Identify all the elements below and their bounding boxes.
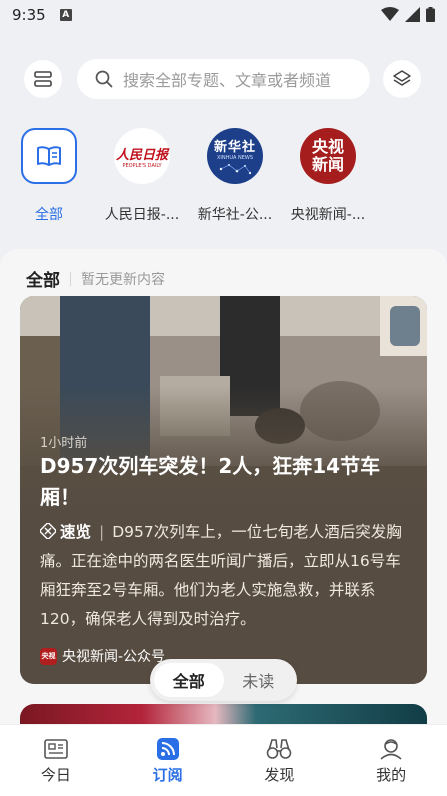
filter-all-option[interactable]: 全部 — [154, 663, 224, 697]
binoculars-icon — [267, 739, 292, 759]
tab-mine[interactable]: 我的 — [335, 725, 447, 796]
article-time: 1小时前 — [40, 436, 88, 451]
source-name: 央视新闻-公众号 — [62, 649, 166, 665]
article-source[interactable]: 央视 央视新闻-公众号 — [40, 646, 165, 666]
status-time: 9:35 — [12, 6, 46, 24]
bottom-tab-bar: 今日 订阅 发现 我的 — [0, 724, 447, 796]
channel-name: 人民日报-... — [104, 207, 180, 223]
tab-label: 今日 — [40, 766, 71, 784]
battery-icon — [426, 7, 435, 22]
search-row: 搜索全部专题、文章或者频道 — [0, 58, 447, 100]
channel-all-logo — [21, 128, 77, 184]
channel-cctv[interactable]: 央视 新闻 央视新闻-... — [282, 128, 374, 224]
article-card[interactable]: 1小时前 D957次列车突发！2人，狂奔14节车厢！ 速览 | D957次列车上，一… — [20, 296, 427, 684]
summary-text: D957次列车上，一位七旬老人酒后突发胸痛。正在途中的两名医生听闻广播后，立即从… — [40, 523, 402, 628]
channel-name: 央视新闻-... — [290, 207, 366, 223]
divider — [70, 271, 71, 286]
wifi-icon — [381, 7, 399, 21]
quick-read-tag: 速览 — [60, 523, 92, 541]
channel-strip: 全部 人民日报 PEOPLE'S DAILY 人民日报-... 新华社 XINH… — [0, 128, 447, 228]
feed-subtitle: 暂无更新内容 — [81, 271, 165, 288]
channel-name: 新华社-公... — [197, 207, 273, 223]
layers-button[interactable] — [383, 60, 421, 98]
search-icon — [95, 70, 113, 88]
channel-all[interactable]: 全部 — [3, 128, 95, 224]
channel-xinhua[interactable]: 新华社 XINHUA NEWS 新华社-公... — [189, 128, 281, 224]
tab-label: 我的 — [376, 766, 407, 784]
list-menu-button[interactable] — [24, 60, 62, 98]
channel-renmin[interactable]: 人民日报 PEOPLE'S DAILY 人民日报-... — [96, 128, 188, 224]
read-filter-toggle: 全部 未读 — [150, 659, 297, 701]
cctv-small-logo: 央视 — [40, 647, 57, 665]
channel-name: 全部 — [35, 207, 63, 223]
notification-a-icon: A — [59, 9, 72, 21]
tab-label: 订阅 — [152, 766, 183, 784]
tab-discover[interactable]: 发现 — [224, 725, 336, 796]
status-bar: 9:35 A — [0, 0, 447, 30]
tab-subscribe[interactable]: 订阅 — [112, 725, 224, 796]
xinhua-logo: 新华社 XINHUA NEWS — [207, 128, 263, 184]
feed-title: 全部 — [26, 271, 60, 291]
feed-panel: 全部 暂无更新内容 1小时前 D957次列车突发！2人，狂奔14节车厢！ 速览 |… — [0, 249, 447, 729]
search-placeholder: 搜索全部专题、文章或者频道 — [123, 71, 332, 90]
search-input[interactable]: 搜索全部专题、文章或者频道 — [77, 59, 370, 99]
tab-label: 发现 — [264, 766, 295, 784]
renmin-logo: 人民日报 PEOPLE'S DAILY — [114, 128, 170, 184]
book-icon — [37, 146, 61, 166]
list-icon — [34, 71, 52, 87]
rss-icon — [156, 738, 179, 760]
cctv-logo: 央视 新闻 — [300, 128, 356, 184]
feed-header: 全部 暂无更新内容 — [26, 266, 165, 291]
signal-icon — [405, 7, 420, 22]
quick-read-icon — [40, 523, 56, 539]
layers-icon — [393, 70, 411, 86]
article-headline: D957次列车突发！2人，狂奔14节车厢！ — [40, 454, 381, 509]
user-icon — [380, 739, 402, 760]
article-summary: 速览 | D957次列车上，一位七旬老人酒后突发胸痛。正在途中的两名医生听闻广播后，… — [40, 523, 402, 628]
newspaper-icon — [44, 739, 68, 759]
filter-unread-option[interactable]: 未读 — [224, 663, 294, 697]
tab-today[interactable]: 今日 — [0, 725, 112, 796]
